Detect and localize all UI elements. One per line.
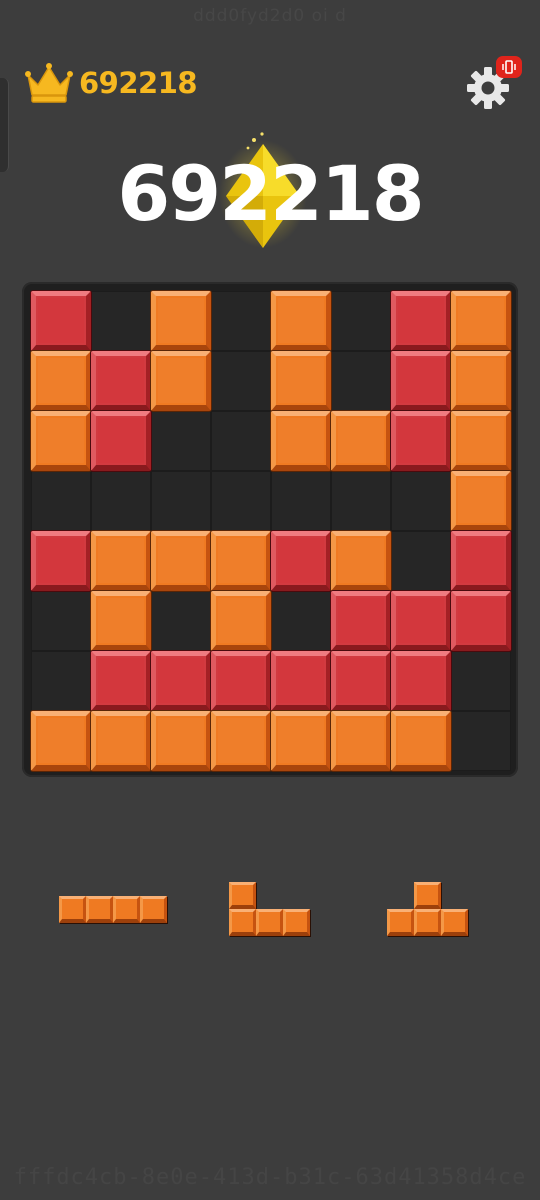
empty-cell[interactable] <box>31 651 91 711</box>
orange-block[interactable] <box>271 351 331 411</box>
red-block[interactable] <box>91 651 151 711</box>
current-score-value: 692218 <box>117 149 424 238</box>
empty-cell[interactable] <box>211 291 271 351</box>
orange-block[interactable] <box>271 411 331 471</box>
orange-block[interactable] <box>151 351 211 411</box>
orange-block[interactable] <box>31 711 91 771</box>
orange-block[interactable] <box>391 711 451 771</box>
orange-block[interactable] <box>271 711 331 771</box>
best-score-display: 692218 <box>22 60 198 106</box>
current-score-area: 692218 <box>0 126 540 266</box>
empty-cell[interactable] <box>211 471 271 531</box>
red-block[interactable] <box>91 351 151 411</box>
empty-cell[interactable] <box>151 471 211 531</box>
orange-block[interactable] <box>331 531 391 591</box>
watermark-bottom: fffdc4cb-8e0e-413d-b31c-63d41358d4ce <box>13 1165 527 1190</box>
piece-block[interactable] <box>256 909 283 936</box>
orange-block[interactable] <box>451 411 511 471</box>
empty-cell[interactable] <box>31 471 91 531</box>
piece-block[interactable] <box>414 909 441 936</box>
orange-block[interactable] <box>451 351 511 411</box>
empty-cell[interactable] <box>271 591 331 651</box>
empty-cell[interactable] <box>331 351 391 411</box>
watermark-top: ddd0fyd2d0 oi d <box>193 6 347 26</box>
red-block[interactable] <box>391 291 451 351</box>
red-block[interactable] <box>31 291 91 351</box>
empty-cell[interactable] <box>211 351 271 411</box>
empty-cell[interactable] <box>31 591 91 651</box>
piece-i-horizontal[interactable] <box>59 896 167 923</box>
red-block[interactable] <box>451 591 511 651</box>
piece-t[interactable] <box>387 882 468 936</box>
empty-cell[interactable] <box>331 291 391 351</box>
piece-block[interactable] <box>140 896 167 923</box>
orange-block[interactable] <box>91 711 151 771</box>
piece-block[interactable] <box>387 909 414 936</box>
piece-gap <box>283 882 310 909</box>
empty-cell[interactable] <box>211 411 271 471</box>
red-block[interactable] <box>331 651 391 711</box>
red-block[interactable] <box>391 651 451 711</box>
orange-block[interactable] <box>451 291 511 351</box>
piece-tray <box>0 870 540 950</box>
piece-block[interactable] <box>283 909 310 936</box>
empty-cell[interactable] <box>391 471 451 531</box>
empty-cell[interactable] <box>271 471 331 531</box>
orange-block[interactable] <box>451 471 511 531</box>
empty-cell[interactable] <box>151 591 211 651</box>
red-block[interactable] <box>91 411 151 471</box>
red-block[interactable] <box>451 531 511 591</box>
piece-block[interactable] <box>229 909 256 936</box>
red-block[interactable] <box>271 651 331 711</box>
orange-block[interactable] <box>331 711 391 771</box>
board-grid[interactable] <box>31 291 511 771</box>
empty-cell[interactable] <box>91 291 151 351</box>
vibration-badge <box>496 56 522 78</box>
piece-j[interactable] <box>229 882 310 936</box>
piece-block[interactable] <box>441 909 468 936</box>
orange-block[interactable] <box>31 351 91 411</box>
piece-gap <box>441 882 468 909</box>
empty-cell[interactable] <box>391 531 451 591</box>
piece-block[interactable] <box>229 882 256 909</box>
empty-cell[interactable] <box>451 651 511 711</box>
orange-block[interactable] <box>31 411 91 471</box>
piece-block[interactable] <box>59 896 86 923</box>
orange-block[interactable] <box>211 531 271 591</box>
orange-block[interactable] <box>91 591 151 651</box>
empty-cell[interactable] <box>91 471 151 531</box>
red-block[interactable] <box>331 591 391 651</box>
best-score-value: 692218 <box>79 66 198 100</box>
settings-button[interactable] <box>466 56 522 110</box>
orange-block[interactable] <box>151 531 211 591</box>
crown-icon <box>25 63 73 103</box>
piece-gap <box>256 882 283 909</box>
red-block[interactable] <box>31 531 91 591</box>
orange-block[interactable] <box>331 411 391 471</box>
orange-block[interactable] <box>91 531 151 591</box>
piece-gap <box>387 882 414 909</box>
orange-block[interactable] <box>211 591 271 651</box>
piece-block[interactable] <box>86 896 113 923</box>
piece-block[interactable] <box>414 882 441 909</box>
piece-block[interactable] <box>113 896 140 923</box>
red-block[interactable] <box>391 411 451 471</box>
orange-block[interactable] <box>151 711 211 771</box>
orange-block[interactable] <box>211 711 271 771</box>
empty-cell[interactable] <box>451 711 511 771</box>
red-block[interactable] <box>271 531 331 591</box>
red-block[interactable] <box>151 651 211 711</box>
orange-block[interactable] <box>151 291 211 351</box>
red-block[interactable] <box>211 651 271 711</box>
empty-cell[interactable] <box>151 411 211 471</box>
empty-cell[interactable] <box>331 471 391 531</box>
orange-block[interactable] <box>271 291 331 351</box>
red-block[interactable] <box>391 351 451 411</box>
game-screen: ddd0fyd2d0 oi d 692218 692218 fffdc4cb-8… <box>0 0 540 1200</box>
vibration-icon <box>502 60 516 74</box>
red-block[interactable] <box>391 591 451 651</box>
game-board[interactable] <box>22 282 518 777</box>
